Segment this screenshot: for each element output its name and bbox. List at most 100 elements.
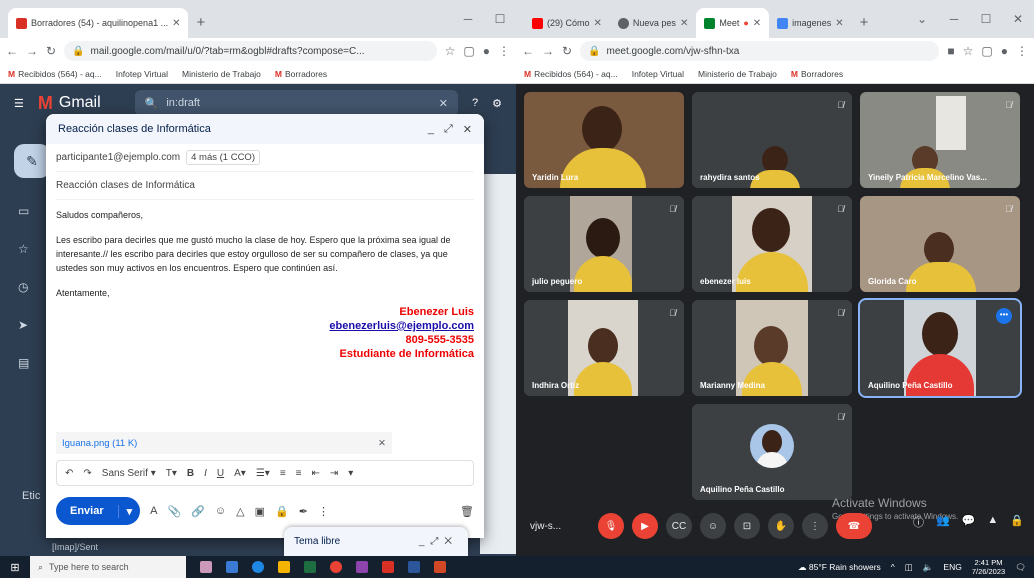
minimize-compose-icon[interactable]: _ bbox=[428, 123, 434, 136]
tab-new[interactable]: Nueva pes ✕ bbox=[610, 8, 696, 38]
weather-widget[interactable]: ☁ 85°F Rain showers bbox=[798, 562, 881, 573]
maximize-icon[interactable]: ☐ bbox=[970, 12, 1002, 26]
insert-link-icon[interactable]: 🔗 bbox=[191, 505, 205, 518]
bookmark-recibidos[interactable]: M Recibidos (564) - aq... bbox=[524, 69, 618, 79]
notifications-icon[interactable]: 🗨 bbox=[1015, 562, 1026, 573]
minimize-icon[interactable]: ─ bbox=[452, 12, 484, 26]
emoji-icon[interactable]: ☺ bbox=[215, 505, 226, 517]
align-icon[interactable]: ☰▾ bbox=[256, 468, 270, 479]
fullscreen-compose-icon[interactable]: ⤢ bbox=[444, 123, 453, 136]
indent-more-icon[interactable]: ⇥ bbox=[330, 468, 338, 479]
activities-icon[interactable]: ▲ bbox=[987, 514, 998, 530]
bookmark-infotep[interactable]: Infotep Virtual bbox=[632, 69, 684, 79]
compose-pencil-button[interactable]: ✎ bbox=[14, 144, 50, 178]
network-icon[interactable]: ◫ bbox=[905, 562, 913, 573]
subject-field[interactable]: Reacción clases de Informática bbox=[56, 172, 474, 200]
back-icon[interactable]: ← bbox=[6, 44, 18, 58]
task-view-icon[interactable] bbox=[226, 561, 238, 573]
signature-email-link[interactable]: ebenezerluis@ejemplo.com bbox=[56, 319, 474, 333]
taskbar-search-input[interactable]: ⌕ Type here to search bbox=[30, 556, 186, 578]
close-tab-icon[interactable]: ✕ bbox=[753, 18, 761, 29]
app-icon[interactable] bbox=[382, 561, 394, 573]
remove-attachment-icon[interactable]: ✕ bbox=[378, 438, 386, 449]
bookmark-borradores[interactable]: M Borradores bbox=[275, 69, 327, 79]
bookmark-ministerio[interactable]: Ministerio de Trabajo bbox=[698, 69, 777, 79]
file-explorer-icon[interactable] bbox=[278, 561, 290, 573]
sidepanel-icon[interactable]: ▢ bbox=[463, 44, 474, 58]
numbered-list-icon[interactable]: ≡ bbox=[280, 468, 286, 479]
more-options-icon[interactable]: ••• bbox=[996, 308, 1012, 324]
new-tab-icon[interactable]: + bbox=[188, 14, 213, 38]
redo-icon[interactable]: ↷ bbox=[83, 468, 91, 479]
snoozed-icon[interactable]: ◷ bbox=[18, 280, 29, 294]
insert-photo-icon[interactable]: ▣ bbox=[255, 505, 265, 518]
minimized-draft-controls-icon[interactable]: _⤢✕ bbox=[419, 536, 458, 547]
present-screen-icon[interactable]: ⊡ bbox=[734, 513, 760, 539]
bookmark-infotep[interactable]: Infotep Virtual bbox=[116, 69, 168, 79]
recipients-field[interactable]: participante1@ejemplo.com 4 más (1 CCO) bbox=[56, 144, 474, 172]
info-icon[interactable]: ⓘ bbox=[913, 514, 924, 530]
language-indicator[interactable]: ENG bbox=[943, 562, 961, 572]
url-field[interactable]: 🔒 meet.google.com/vjw-sfhn-txa bbox=[580, 41, 940, 61]
tab-meet[interactable]: Meet ● ✕ bbox=[696, 8, 770, 38]
label-imap-sent[interactable]: [Imap]/Sent bbox=[52, 542, 98, 552]
clear-search-icon[interactable]: ✕ bbox=[439, 97, 448, 110]
bcc-chip[interactable]: 4 más (1 CCO) bbox=[186, 150, 260, 165]
attach-file-icon[interactable]: 📎 bbox=[168, 505, 182, 518]
more-options-icon[interactable]: ⋮ bbox=[802, 513, 828, 539]
drafts-icon[interactable]: ▤ bbox=[18, 356, 29, 370]
message-body[interactable]: Saludos compañeros, Les escribo para dec… bbox=[46, 200, 484, 369]
chrome-icon[interactable] bbox=[330, 561, 342, 573]
close-tab-icon[interactable]: ✕ bbox=[835, 18, 843, 29]
starred-icon[interactable]: ☆ bbox=[18, 242, 29, 256]
minimize-icon[interactable]: ─ bbox=[938, 12, 970, 26]
participant-tile[interactable]: 🎙̸ Marianny Medina bbox=[692, 300, 852, 396]
font-size-icon[interactable]: T▾ bbox=[166, 468, 177, 479]
close-compose-icon[interactable]: ✕ bbox=[463, 123, 472, 136]
app-icon[interactable] bbox=[356, 561, 368, 573]
emoji-reaction-icon[interactable]: ☺ bbox=[700, 513, 726, 539]
send-options-icon[interactable]: ▾ bbox=[117, 504, 141, 518]
new-tab-icon[interactable]: + bbox=[852, 14, 877, 38]
attachment-chip[interactable]: Iguana.png (11 K) ✕ bbox=[56, 432, 392, 454]
font-family-select[interactable]: Sans Serif ▾ bbox=[102, 468, 156, 479]
excel-icon[interactable] bbox=[304, 561, 316, 573]
participant-tile[interactable]: 🎙̸ Yineily Patricia Marcelino Vas... bbox=[860, 92, 1020, 188]
tab-search-icon[interactable]: ⌄ bbox=[906, 12, 938, 26]
reload-icon[interactable]: ↻ bbox=[562, 44, 572, 58]
participant-tile[interactable]: 🎙̸ Indhira Ortiz bbox=[524, 300, 684, 396]
signature-pen-icon[interactable]: ✒ bbox=[299, 505, 308, 518]
italic-icon[interactable]: I bbox=[204, 468, 207, 479]
bookmark-recibidos[interactable]: M Recibidos (564) - aq... bbox=[8, 69, 102, 79]
forward-icon[interactable]: → bbox=[542, 44, 554, 58]
raise-hand-icon[interactable]: ✋ bbox=[768, 513, 794, 539]
edge-icon[interactable] bbox=[252, 561, 264, 573]
participant-tile[interactable]: 🎙̸ ebenezer luis bbox=[692, 196, 852, 292]
settings-gear-icon[interactable]: ⚙ bbox=[492, 97, 502, 110]
drive-icon[interactable]: △ bbox=[236, 505, 244, 518]
close-tab-icon[interactable]: ✕ bbox=[680, 18, 688, 29]
people-icon[interactable]: 👥 bbox=[936, 514, 950, 530]
close-tab-icon[interactable]: ✕ bbox=[172, 18, 180, 29]
word-icon[interactable] bbox=[408, 561, 420, 573]
bookmark-ministerio[interactable]: Ministerio de Trabajo bbox=[182, 69, 261, 79]
powerpoint-icon[interactable] bbox=[434, 561, 446, 573]
tab-youtube[interactable]: (29) Cómo ✕ bbox=[524, 8, 610, 38]
participant-tile-self[interactable]: 🎙̸ Aquilino Peña Castillo bbox=[692, 404, 852, 500]
back-icon[interactable]: ← bbox=[522, 44, 534, 58]
undo-icon[interactable]: ↶ bbox=[65, 468, 73, 479]
indent-less-icon[interactable]: ⇤ bbox=[312, 468, 320, 479]
discard-draft-icon[interactable]: 🗑 bbox=[460, 505, 474, 518]
more-options-icon[interactable]: ⋮ bbox=[318, 505, 329, 518]
camera-icon[interactable]: ■ bbox=[947, 44, 954, 58]
clock[interactable]: 2:41 PM 7/26/2023 bbox=[972, 558, 1005, 576]
confidential-lock-icon[interactable]: 🔒 bbox=[275, 505, 289, 518]
profile-avatar[interactable]: ● bbox=[483, 44, 490, 58]
close-tab-icon[interactable]: ✕ bbox=[594, 18, 602, 29]
maximize-icon[interactable]: ☐ bbox=[484, 12, 516, 26]
participant-tile[interactable]: Yaridin Lura bbox=[524, 92, 684, 188]
star-icon[interactable]: ☆ bbox=[445, 44, 456, 58]
volume-icon[interactable]: 🔈 bbox=[923, 562, 934, 573]
minimized-draft[interactable]: Tema libre _⤢✕ bbox=[284, 527, 468, 556]
help-icon[interactable]: ? bbox=[472, 97, 478, 109]
